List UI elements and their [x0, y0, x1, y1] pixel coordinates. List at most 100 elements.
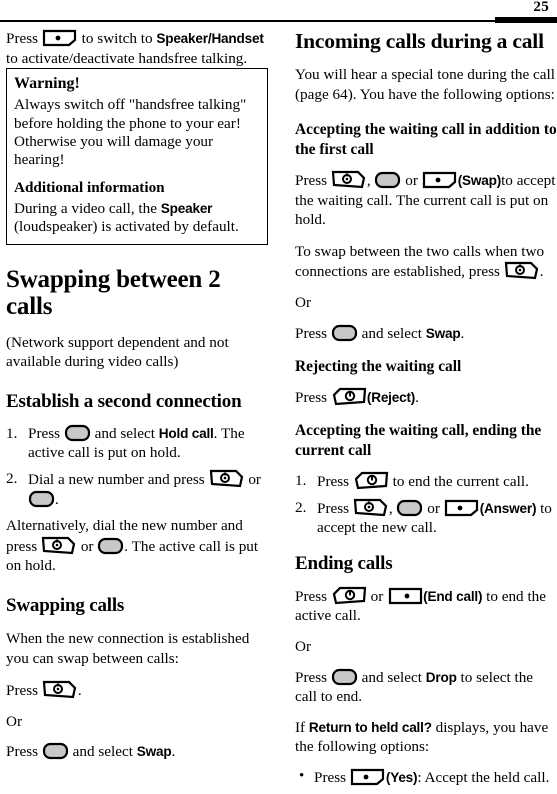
page-header: 25 [0, 0, 557, 23]
ending-or-press-line: Press and select Drop to select the call… [295, 668, 557, 707]
end-call-label: (End call) [423, 588, 483, 604]
ending-or-mid: and select [361, 668, 422, 686]
end-key-icon [331, 387, 367, 406]
softkey-right-icon [422, 171, 458, 189]
ending-or-text: Or [295, 637, 312, 655]
ae-step2-mid: or [427, 499, 440, 517]
accept-comma: , [366, 172, 371, 189]
accepting-ending-heading: Accepting the waiting call, ending the c… [295, 422, 542, 459]
warning-body: Always switch off "handsfree talking" be… [14, 96, 247, 169]
swap-term-2: Swap [425, 325, 461, 341]
additional-information-heading: Additional information [14, 178, 165, 196]
step-marker: 2. [6, 470, 18, 487]
ending-pre: Press [295, 587, 328, 605]
intro-post-text: to activate/deactivate handsfree talking… [6, 49, 248, 67]
swap-line1-pre: Press [6, 682, 39, 700]
bullet1-post: : Accept the held call. [417, 768, 550, 786]
alt-mid-text: or [80, 537, 94, 555]
end-key-icon [353, 471, 389, 490]
nav-key-icon [42, 742, 69, 760]
swapping-between-2-calls-title: Swapping between 2 calls [6, 265, 221, 320]
nav-key-icon [28, 490, 55, 508]
additional-information-body: During a video call, the Speaker (loudsp… [14, 200, 260, 237]
ending-or-pre: Press [295, 668, 328, 686]
softkey-right-icon [350, 768, 386, 786]
swapping-calls-heading: Swapping calls [6, 594, 125, 616]
establish-alternative-paragraph: Alternatively, dial the new number and p… [6, 516, 268, 576]
establish-second-connection-heading: Establish a second connection [6, 390, 242, 412]
reject-label: (Reject) [366, 389, 416, 405]
ae-step2-comma: , [388, 499, 393, 517]
swap-between-post: . [539, 263, 544, 281]
intro-pre-text: Press [6, 30, 39, 47]
swap-line2-mid: and select [72, 743, 133, 761]
accept-pre-text: Press [295, 172, 328, 189]
accepting-or-text: Or [295, 293, 312, 311]
call-key-icon [42, 680, 78, 699]
left-column: Press to switch to Speaker/Handset to ac… [6, 29, 268, 762]
bullet-marker: • [299, 767, 305, 784]
right-column: Incoming calls during a call You will he… [295, 29, 557, 794]
softkey-right-icon [42, 29, 78, 47]
reject-post: . [415, 388, 419, 406]
list-item: 2. Press , or (Answer) to accept the new… [295, 498, 557, 538]
page-number: 25 [533, 0, 549, 15]
end-key-icon [331, 586, 367, 605]
nav-key-icon [97, 537, 124, 555]
swapping-press-call-key-line: Press . [6, 680, 268, 701]
nav-key-icon [396, 499, 423, 517]
accepting-in-addition-heading: Accepting the waiting call in addition t… [295, 121, 557, 158]
accept-or-post: . [460, 324, 465, 342]
step-marker: 2. [295, 498, 307, 516]
accept-or-mid: and select [361, 324, 422, 342]
swap-label: (Swap) [457, 173, 502, 188]
step2-mid-text: or [248, 471, 261, 488]
nav-key-icon [374, 171, 401, 189]
incoming-calls-body: You will hear a special tone during the … [295, 66, 555, 103]
additional-post-text: (loudspeaker) is activated by default. [14, 218, 239, 236]
nav-key-icon [331, 668, 358, 686]
ending-calls-press-line: Press or (End call) to end the active ca… [295, 586, 557, 626]
rejecting-press-line: Press (Reject). [295, 387, 557, 408]
accept-or-pre: Press [295, 324, 328, 342]
softkey-left-icon [387, 587, 423, 605]
step-marker: 1. [295, 471, 307, 489]
to-swap-between-calls-paragraph: To swap between the two calls when two c… [295, 242, 557, 282]
handsfree-intro-paragraph: Press to switch to Speaker/Handset to ac… [6, 29, 268, 68]
step-marker: 1. [6, 424, 18, 442]
accepting-in-addition-press-line: Press , or (Swap)to accept the waiting c… [295, 170, 557, 230]
list-item: 2. Dial a new number and press or . [6, 469, 268, 509]
swapping-or-text: Or [6, 712, 23, 730]
page-columns: Press to switch to Speaker/Handset to ac… [0, 29, 557, 786]
establish-steps-list: 1. Press and select Hold call. The activ… [6, 424, 268, 509]
call-key-icon [504, 261, 540, 280]
header-rule [0, 20, 557, 22]
step1-mid-text: and select [94, 424, 155, 442]
call-key-icon [331, 170, 367, 189]
swap-line2-post: . [171, 743, 176, 761]
swap-line1-post: . [77, 682, 82, 700]
speaker-term-2: Speaker [160, 200, 213, 216]
nav-key-icon [331, 324, 358, 342]
yes-label: (Yes) [385, 769, 418, 785]
header-thumb-tab [495, 17, 557, 23]
ae-step2-pre: Press [317, 499, 350, 517]
answer-label: (Answer) [479, 500, 537, 516]
intro-mid-text: to switch to [81, 30, 153, 47]
step2-post-text: . [55, 490, 59, 508]
accepting-or-press-line: Press and select Swap. [295, 324, 557, 344]
hold-call-term: Hold call [158, 425, 214, 441]
incoming-calls-heading: Incoming calls during a call [295, 29, 544, 53]
additional-pre-text: During a video call, the [14, 199, 157, 217]
ae-step1-post: to end the current call. [392, 472, 529, 490]
rejecting-waiting-call-heading: Rejecting the waiting call [295, 358, 462, 376]
return-to-held-call-term: Return to held call? [308, 719, 432, 735]
step1-pre-text: Press [28, 424, 61, 442]
list-item: 1. Press to end the current call. [295, 471, 557, 492]
drop-term: Drop [425, 669, 457, 685]
step2-pre-text: Dial a new number and press [28, 471, 205, 488]
return-to-held-call-paragraph: If Return to held call? displays, you ha… [295, 718, 557, 757]
swapping-calls-intro: When the new connection is established y… [6, 629, 250, 667]
list-item: • Press (Yes): Accept the held call. [295, 768, 557, 788]
call-key-icon [41, 536, 77, 555]
